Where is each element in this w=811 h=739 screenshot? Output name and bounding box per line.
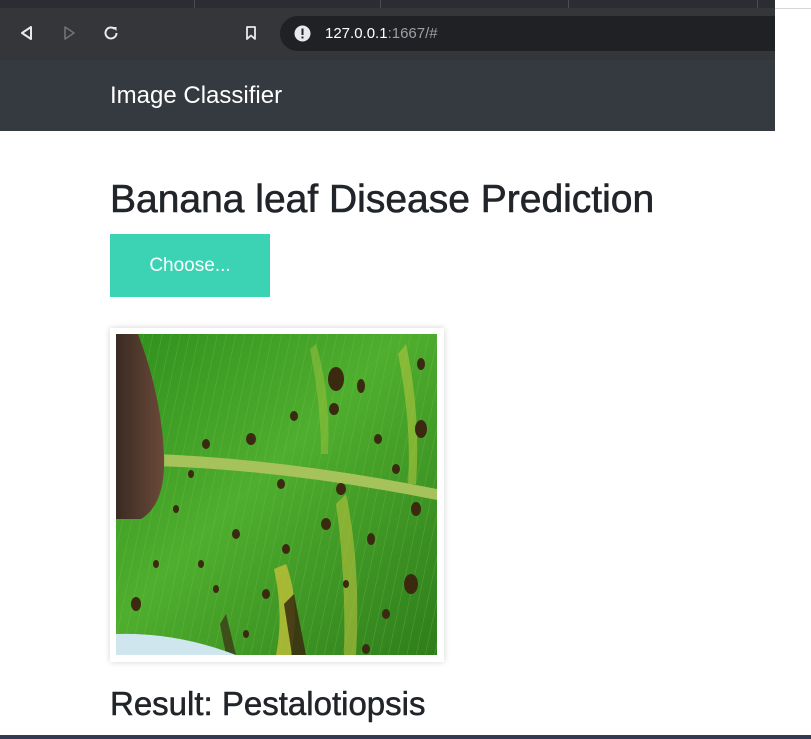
url-text[interactable]: 127.0.0.1:1667/# (325, 25, 438, 42)
url-host: 127.0.0.1 (325, 25, 388, 42)
bookmark-icon (246, 26, 256, 40)
bookmark-button[interactable] (238, 20, 264, 46)
leaf-image (116, 334, 437, 655)
tab-strip (0, 0, 775, 8)
url-path: :1667/# (387, 25, 438, 42)
image-preview (110, 328, 444, 662)
tab-separator (380, 0, 381, 8)
reload-icon (104, 26, 118, 40)
page-title: Banana leaf Disease Prediction (110, 178, 655, 222)
back-triangle-icon (21, 26, 32, 40)
reload-button[interactable] (98, 20, 124, 46)
navbar: Image Classifier (0, 60, 775, 131)
browser-toolbar: 127.0.0.1:1667/# (0, 8, 775, 60)
forward-button[interactable] (56, 20, 82, 46)
gutter-divider (775, 8, 811, 9)
navbar-brand[interactable]: Image Classifier (110, 82, 282, 110)
page: 127.0.0.1:1667/# Image Classifier Banana… (0, 0, 811, 739)
result-text: Result: Pestalotiopsis (110, 685, 426, 723)
back-button[interactable] (14, 20, 40, 46)
tab-separator (568, 0, 569, 8)
site-info-icon[interactable] (294, 25, 311, 42)
tab-separator (757, 0, 758, 8)
forward-triangle-icon (64, 26, 75, 40)
right-gutter (775, 0, 811, 739)
choose-file-button[interactable]: Choose... (110, 234, 270, 297)
address-bar[interactable]: 127.0.0.1:1667/# (280, 16, 775, 51)
bottom-edge (0, 735, 811, 739)
tab-separator (194, 0, 195, 8)
